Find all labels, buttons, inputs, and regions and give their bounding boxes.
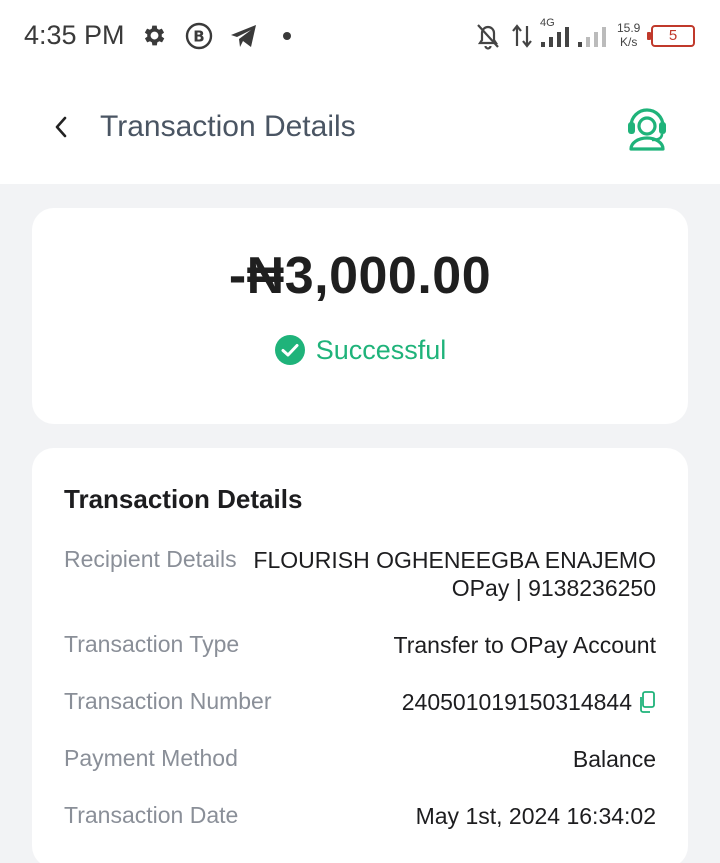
details-card: Transaction Details Recipient Details FL…: [32, 448, 688, 863]
type-row: Transaction Type Transfer to OPay Accoun…: [64, 631, 656, 661]
telegram-icon: [231, 25, 256, 47]
type-label: Transaction Type: [64, 631, 240, 657]
date-row: Transaction Date May 1st, 2024 16:34:02: [64, 802, 656, 832]
check-circle-icon: [274, 335, 305, 365]
recipient-row: Recipient Details FLOURISH OGHENEEGBA EN…: [64, 546, 656, 602]
status-time: 4:35 PM: [24, 20, 125, 50]
amount-card: -₦3,000.00 Successful: [32, 208, 688, 424]
transaction-number: 240501019150314844: [401, 689, 632, 715]
svg-text:B: B: [193, 28, 204, 46]
support-button[interactable]: [624, 104, 670, 152]
number-row: Transaction Number 240501019150314844: [64, 688, 656, 718]
headset-agent-icon: [628, 108, 666, 151]
chevron-left-icon: [55, 116, 67, 138]
battery-level: 5: [668, 27, 678, 44]
copy-icon[interactable]: [638, 691, 656, 713]
recipient-label: Recipient Details: [64, 546, 237, 572]
status-text: Successful: [315, 334, 447, 365]
page-title: Transaction Details: [100, 110, 356, 143]
number-label: Transaction Number: [64, 688, 272, 714]
transaction-amount: -₦3,000.00: [228, 247, 492, 305]
method-value: Balance: [572, 746, 656, 772]
back-button[interactable]: [44, 110, 78, 144]
signal-weak-icon: [578, 27, 606, 47]
status-row: Successful: [32, 334, 688, 366]
battery-icon: 5: [647, 25, 695, 47]
recipient-value: FLOURISH OGHENEEGBA ENAJEMO OPay | 91382…: [253, 546, 656, 602]
b-circle-icon: B: [185, 22, 213, 50]
date-value: May 1st, 2024 16:34:02: [415, 803, 656, 829]
network-speed: 15.9 K/s: [617, 21, 640, 49]
data-arrows-icon: [512, 24, 532, 48]
network-speed-unit: K/s: [620, 35, 638, 49]
method-label: Payment Method: [64, 745, 238, 771]
recipient-account: OPay | 9138236250: [451, 575, 656, 601]
method-row: Payment Method Balance: [64, 745, 656, 775]
signal-icon: [541, 27, 569, 47]
bell-off-icon: [477, 24, 499, 50]
app-header: Transaction Details: [0, 72, 720, 184]
settings-icon: [144, 25, 165, 46]
status-bar: 4:35 PM B 4G 15.9 K/s 5: [0, 0, 720, 72]
date-label: Transaction Date: [64, 802, 239, 828]
recipient-name: FLOURISH OGHENEEGBA ENAJEMO: [253, 547, 656, 573]
number-value-wrap: 240501019150314844: [402, 688, 656, 716]
type-value: Transfer to OPay Account: [393, 632, 657, 658]
dot-icon: [283, 32, 291, 40]
network-speed-value: 15.9: [617, 21, 641, 35]
details-title: Transaction Details: [64, 484, 303, 514]
